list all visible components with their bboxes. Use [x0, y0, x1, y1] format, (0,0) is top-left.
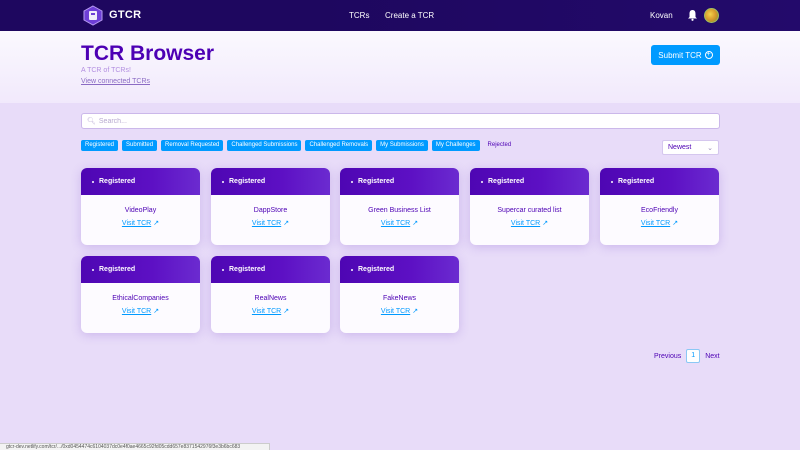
- visit-tcr-label: Visit TCR: [380, 220, 411, 227]
- tcr-card: Registered EthicalCompanies Visit TCR ↗: [81, 256, 200, 333]
- page-header: TCR Browser A TCR of TCRs! View connecte…: [0, 31, 800, 103]
- search-bar[interactable]: 🔍︎: [81, 113, 720, 129]
- card-header: Registered: [81, 168, 200, 195]
- visit-tcr-link[interactable]: Visit TCR ↗: [81, 307, 200, 315]
- card-status: Registered: [618, 178, 655, 185]
- card-header: Registered: [600, 168, 719, 195]
- visit-tcr-link[interactable]: Visit TCR ↗: [211, 219, 330, 227]
- search-input[interactable]: [98, 117, 699, 125]
- status-dot-icon: [92, 180, 94, 183]
- tcr-card: Registered Supercar curated list Visit T…: [470, 168, 589, 245]
- account-avatar[interactable]: [704, 8, 719, 23]
- filter-rejected[interactable]: Rejected: [484, 140, 516, 151]
- external-link-icon: ↗: [542, 220, 549, 227]
- filter-challenged-submissions[interactable]: Challenged Submissions: [227, 140, 302, 151]
- visit-tcr-link[interactable]: Visit TCR ↗: [600, 219, 719, 227]
- card-title: Green Business List: [368, 207, 431, 214]
- card-status: Registered: [229, 178, 266, 185]
- card-title: FakeNews: [382, 295, 417, 302]
- visit-tcr-link[interactable]: Visit TCR ↗: [340, 219, 459, 227]
- card-title: DappStore: [253, 207, 288, 214]
- external-link-icon: ↗: [412, 308, 419, 315]
- plus-circle-icon: +: [704, 51, 713, 59]
- card-title: Supercar curated list: [497, 207, 562, 214]
- visit-tcr-label: Visit TCR: [251, 220, 282, 227]
- status-dot-icon: [351, 180, 353, 183]
- search-icon: 🔍︎: [87, 118, 96, 125]
- visit-tcr-label: Visit TCR: [121, 308, 152, 315]
- page-subtitle: A TCR of TCRs!: [81, 67, 131, 74]
- pagination-page-current[interactable]: 1: [686, 349, 701, 363]
- nav-link-tcrs[interactable]: TCRs: [349, 11, 369, 20]
- status-dot-icon: [222, 180, 224, 183]
- status-dot-icon: [222, 268, 224, 271]
- card-header: Registered: [211, 168, 330, 195]
- submit-tcr-label: Submit TCR: [658, 50, 702, 60]
- visit-tcr-link[interactable]: Visit TCR ↗: [211, 307, 330, 315]
- visit-tcr-label: Visit TCR: [380, 308, 411, 315]
- card-header: Registered: [470, 168, 589, 195]
- tcr-card: Registered DappStore Visit TCR ↗: [211, 168, 330, 245]
- visit-tcr-label: Visit TCR: [121, 220, 152, 227]
- card-title: RealNews: [254, 295, 287, 302]
- logo-text[interactable]: GTCR: [109, 9, 141, 21]
- visit-tcr-label: Visit TCR: [510, 220, 541, 227]
- filter-my-challenges[interactable]: My Challenges: [431, 140, 480, 151]
- filter-removal-requested[interactable]: Removal Requested: [161, 140, 224, 151]
- card-status: Registered: [99, 178, 136, 185]
- card-header: Registered: [81, 256, 200, 283]
- filter-my-submissions[interactable]: My Submissions: [376, 140, 428, 151]
- tcr-card: Registered Green Business List Visit TCR…: [340, 168, 459, 245]
- status-filters: Registered Submitted Removal Requested C…: [81, 140, 515, 151]
- visit-tcr-link[interactable]: Visit TCR ↗: [470, 219, 589, 227]
- status-dot-icon: [351, 268, 353, 271]
- tcr-card: Registered EcoFriendly Visit TCR ↗: [600, 168, 719, 245]
- gtcr-logo-icon[interactable]: [83, 5, 103, 26]
- sort-select[interactable]: Newest ⌄: [662, 140, 719, 155]
- visit-tcr-label: Visit TCR: [640, 220, 671, 227]
- visit-tcr-link[interactable]: Visit TCR ↗: [81, 219, 200, 227]
- card-status: Registered: [229, 266, 266, 273]
- card-status: Registered: [358, 178, 395, 185]
- top-navbar: GTCR TCRs Create a TCR Kovan: [0, 0, 800, 31]
- card-header: Registered: [340, 256, 459, 283]
- pagination-previous[interactable]: Previous: [654, 353, 681, 360]
- filter-submitted[interactable]: Submitted: [122, 140, 158, 151]
- card-title: EthicalCompanies: [112, 295, 169, 302]
- external-link-icon: ↗: [672, 220, 679, 227]
- visit-tcr-label: Visit TCR: [251, 308, 282, 315]
- pagination: Previous 1 Next: [654, 349, 720, 363]
- external-link-icon: ↗: [283, 220, 290, 227]
- page-title: TCR Browser: [81, 42, 215, 65]
- tcr-card: Registered VideoPlay Visit TCR ↗: [81, 168, 200, 245]
- tcr-card: Registered FakeNews Visit TCR ↗: [340, 256, 459, 333]
- filter-registered[interactable]: Registered: [81, 140, 119, 151]
- card-status: Registered: [99, 266, 136, 273]
- card-header: Registered: [340, 168, 459, 195]
- status-dot-icon: [92, 268, 94, 271]
- visit-tcr-link[interactable]: Visit TCR ↗: [340, 307, 459, 315]
- submit-tcr-button[interactable]: Submit TCR +: [651, 45, 720, 65]
- external-link-icon: ↗: [153, 220, 160, 227]
- card-status: Registered: [488, 178, 525, 185]
- card-header: Registered: [211, 256, 330, 283]
- browser-status-url: gtcr-dev.netlify.com/tcr/.../0xd0454474c…: [0, 443, 270, 450]
- pagination-next[interactable]: Next: [705, 353, 719, 360]
- network-label: Kovan: [650, 11, 673, 20]
- status-dot-icon: [481, 180, 483, 183]
- chevron-down-icon: ⌄: [707, 144, 713, 152]
- external-link-icon: ↗: [153, 308, 160, 315]
- bell-icon[interactable]: [687, 9, 698, 21]
- card-title: VideoPlay: [124, 207, 157, 214]
- tcr-card: Registered RealNews Visit TCR ↗: [211, 256, 330, 333]
- external-link-icon: ↗: [283, 308, 290, 315]
- card-title: EcoFriendly: [641, 207, 678, 214]
- view-connected-tcrs-link[interactable]: View connected TCRs: [81, 78, 150, 85]
- external-link-icon: ↗: [412, 220, 419, 227]
- status-dot-icon: [611, 180, 613, 183]
- card-status: Registered: [358, 266, 395, 273]
- filter-challenged-removals[interactable]: Challenged Removals: [305, 140, 373, 151]
- nav-link-create-tcr[interactable]: Create a TCR: [385, 11, 434, 20]
- sort-selected-value: Newest: [668, 144, 692, 151]
